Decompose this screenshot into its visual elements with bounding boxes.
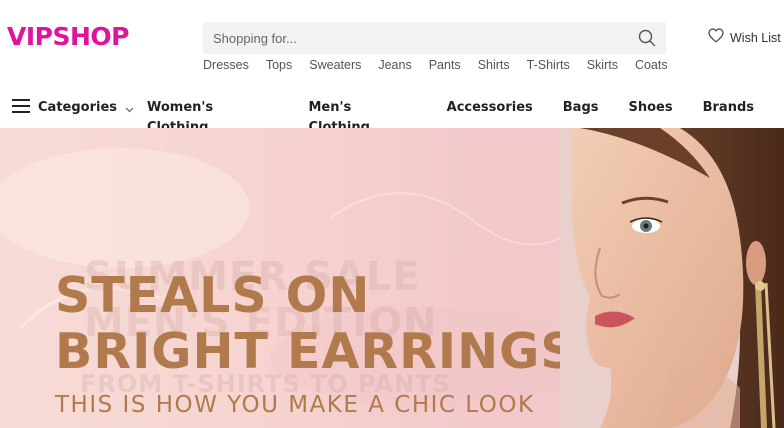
categories-label: Categories: [38, 100, 118, 115]
quick-link-skirts[interactable]: Skirts: [587, 57, 618, 73]
heart-icon: [708, 28, 724, 47]
banner-tagline: THIS IS HOW YOU MAKE A CHIC LOOK: [55, 392, 535, 418]
hamburger-icon: [12, 98, 30, 117]
wishlist-label: Wish List: [730, 30, 781, 45]
search-bar: [203, 22, 666, 54]
banner-headline-line2: BRIGHT EARRINGS: [55, 323, 577, 380]
search-input[interactable]: [203, 22, 623, 54]
vipshop-logo[interactable]: VIPSHOP: [7, 22, 129, 52]
search-icon[interactable]: [638, 29, 656, 47]
quick-search-links: Dresses Tops Sweaters Jeans Pants Shirts…: [203, 57, 685, 73]
quick-link-jeans[interactable]: Jeans: [378, 57, 411, 73]
quick-link-t-shirts[interactable]: T-Shirts: [527, 57, 570, 73]
banner-headline: STEALS ON BRIGHT EARRINGS: [55, 268, 577, 380]
quick-link-sweaters[interactable]: Sweaters: [309, 57, 361, 73]
chevron-down-icon: [125, 98, 134, 117]
quick-link-tops[interactable]: Tops: [266, 57, 292, 73]
banner-headline-line1: STEALS ON: [55, 267, 371, 324]
quick-link-shirts[interactable]: Shirts: [478, 57, 510, 73]
quick-link-pants[interactable]: Pants: [429, 57, 461, 73]
site-header: VIPSHOP Dresses Tops Sweaters Jeans Pant…: [0, 0, 784, 88]
categories-menu[interactable]: Categories: [12, 98, 134, 117]
hero-banner[interactable]: SUMMER SALE MEN'S EDITION FROM T-SHIRTS …: [0, 128, 784, 428]
main-nav: Categories Women's Clothing Men's Clothi…: [0, 88, 784, 135]
quick-link-coats[interactable]: Coats: [635, 57, 668, 73]
model-portrait-image: [560, 128, 784, 428]
wishlist-link[interactable]: Wish List: [708, 28, 781, 47]
quick-link-dresses[interactable]: Dresses: [203, 57, 249, 73]
